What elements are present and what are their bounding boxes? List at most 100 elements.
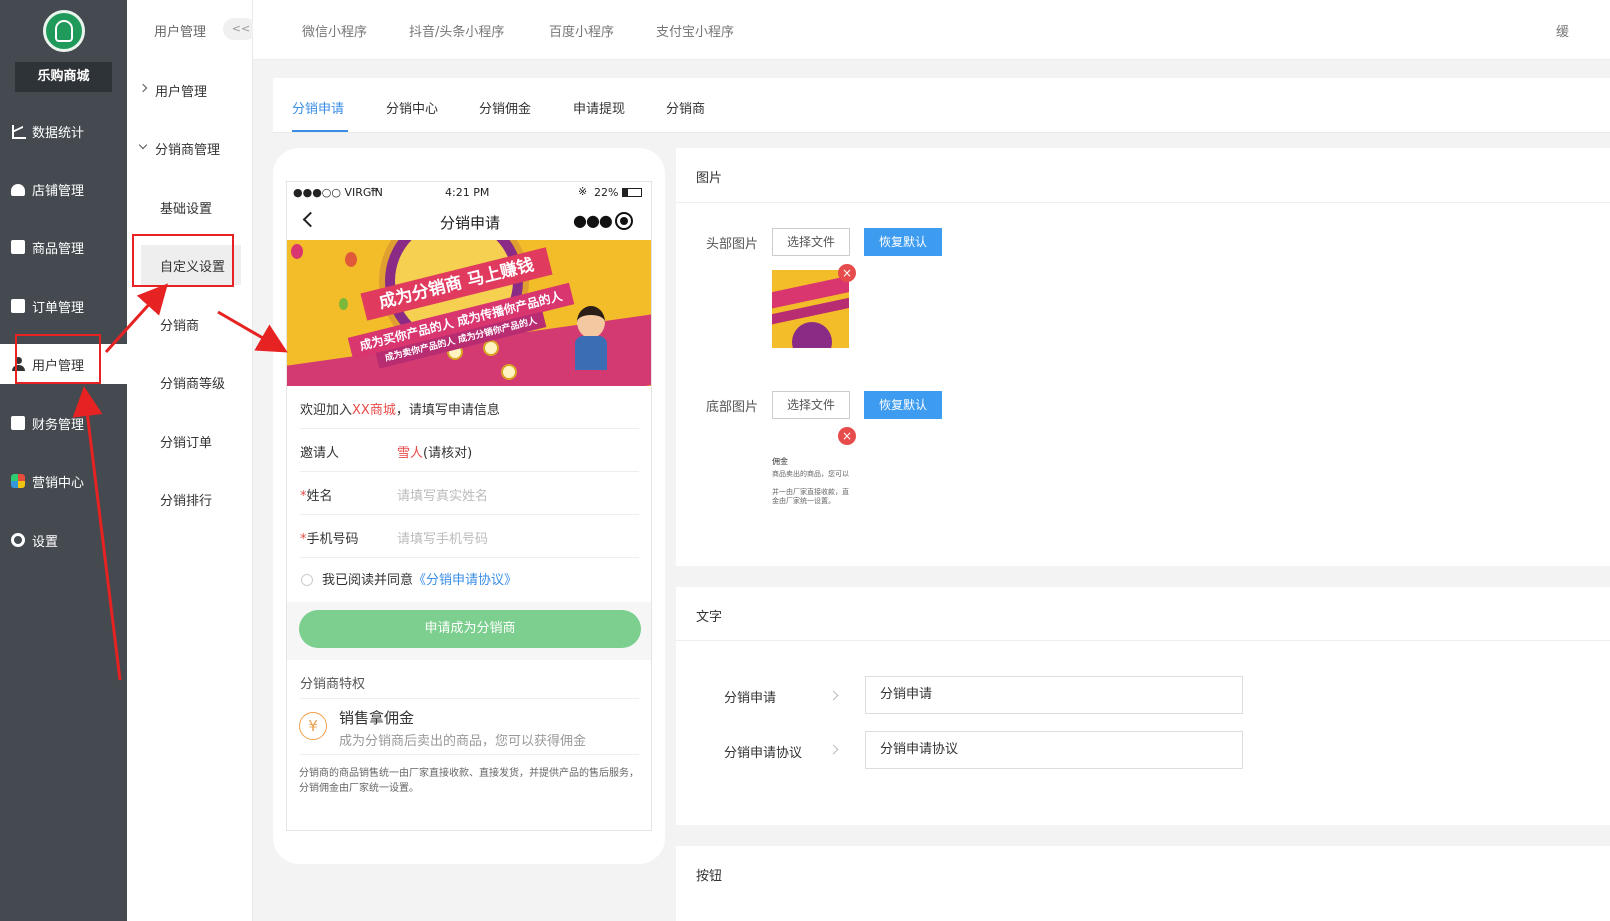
sidebar-item-label: 店铺管理 bbox=[32, 183, 85, 199]
sidebar-item-label: 订单管理 bbox=[32, 300, 85, 316]
name-input[interactable]: 请填写真实姓名 bbox=[397, 485, 488, 504]
footer-image-delete-icon[interactable]: × bbox=[838, 427, 856, 445]
chevron-right-icon bbox=[828, 744, 839, 755]
sidebar-item-label: 财务管理 bbox=[32, 417, 85, 433]
phone-screen: ●●●○○ VIRGIN ≈ 4:21 PM ※ 22% 分销申请 ●●● 成为… bbox=[286, 181, 652, 831]
subnav-group-users[interactable]: 用户管理 bbox=[155, 81, 207, 100]
annotation-box-custom-settings bbox=[132, 234, 234, 287]
header-image-delete-icon[interactable]: × bbox=[838, 264, 856, 282]
shop-icon bbox=[11, 184, 25, 196]
subnav-item-distributor-levels[interactable]: 分销商等级 bbox=[160, 373, 225, 392]
app-root: 乐购商城 数据统计 店铺管理 商品管理 订单管理 用户管理 财务管理 营销中心 bbox=[0, 0, 1610, 921]
balloon-icon bbox=[345, 252, 357, 267]
footer-thumb-line-1: 商品卖出的商品，您可以 bbox=[772, 470, 849, 478]
panel-title-button: 按钮 bbox=[696, 869, 723, 884]
top-right-text[interactable]: 缓 bbox=[1556, 21, 1569, 40]
agree-label: 我已阅读并同意 bbox=[322, 573, 414, 588]
footer-restore-default-button[interactable]: 恢复默认 bbox=[864, 391, 942, 419]
sidebar-item-finance[interactable]: 财务管理 bbox=[0, 403, 127, 443]
sub-sidebar-header: 用户管理 bbox=[154, 25, 207, 40]
divider bbox=[300, 754, 639, 755]
sidebar-item-goods[interactable]: 商品管理 bbox=[0, 227, 127, 267]
phone-preview: ●●●○○ VIRGIN ≈ 4:21 PM ※ 22% 分销申请 ●●● 成为… bbox=[273, 148, 665, 864]
phone-label: 手机号码 bbox=[306, 532, 359, 547]
subnav-item-distributors[interactable]: 分销商 bbox=[160, 315, 199, 334]
agreement-link[interactable]: 《分销申请协议》 bbox=[413, 573, 517, 588]
chevron-right-icon bbox=[828, 690, 839, 701]
main-sidebar: 乐购商城 数据统计 店铺管理 商品管理 订单管理 用户管理 财务管理 营销中心 bbox=[0, 0, 127, 921]
agree-text: 我已阅读并同意《分销申请协议》 bbox=[322, 569, 517, 588]
active-tab-indicator bbox=[292, 130, 348, 132]
inviter-label: 邀请人 bbox=[300, 446, 340, 461]
coin-icon bbox=[501, 364, 517, 380]
tab-distribution-center[interactable]: 分销中心 bbox=[386, 98, 438, 117]
inviter-value: 雪人(请核对) bbox=[397, 442, 472, 461]
button-settings-panel: 按钮 bbox=[676, 846, 1610, 921]
subnav-item-distribution-orders[interactable]: 分销订单 bbox=[160, 432, 212, 451]
gear-icon bbox=[11, 533, 25, 547]
footer-thumb-title: 佣金 bbox=[772, 457, 788, 466]
tab-douyin-miniprogram[interactable]: 抖音/头条小程序 bbox=[409, 21, 504, 40]
privilege-section: 分销商特权 ¥ 销售拿佣金 成为分销商后卖出的商品，您可以获得佣金 分销商的商品… bbox=[287, 660, 651, 830]
mascot-head bbox=[577, 306, 605, 338]
battery-text: 22% bbox=[594, 186, 619, 199]
tab-distribution-apply[interactable]: 分销申请 bbox=[292, 98, 344, 117]
wifi-icon: ≈ bbox=[370, 183, 380, 196]
collapse-button[interactable]: << bbox=[223, 18, 257, 40]
subnav-item-basic-settings[interactable]: 基础设置 bbox=[160, 198, 212, 217]
tab-distribution-commission[interactable]: 分销佣金 bbox=[479, 98, 531, 117]
tab-wechat-miniprogram[interactable]: 微信小程序 bbox=[302, 21, 367, 40]
footer-image-label: 底部图片 bbox=[706, 400, 759, 415]
mascot-body bbox=[575, 336, 607, 370]
apply-title-input[interactable]: 分销申请 bbox=[865, 676, 1243, 714]
finance-icon bbox=[11, 416, 25, 430]
subnav-group-distributors[interactable]: 分销商管理 bbox=[155, 139, 220, 158]
agree-radio[interactable] bbox=[301, 574, 313, 586]
sidebar-item-shop[interactable]: 店铺管理 bbox=[0, 169, 127, 209]
inviter-note: (请核对) bbox=[423, 446, 473, 461]
footer-choose-file-button[interactable]: 选择文件 bbox=[772, 391, 850, 419]
inviter-name: 雪人 bbox=[397, 446, 424, 461]
sidebar-item-settings[interactable]: 设置 bbox=[0, 520, 127, 560]
text-row-label: 分销申请 bbox=[724, 691, 777, 706]
welcome-row: 欢迎加入XX商城，请填写申请信息 bbox=[300, 386, 639, 429]
welcome-suffix: ，请填写申请信息 bbox=[395, 403, 500, 418]
welcome-prefix: 欢迎加入 bbox=[300, 403, 353, 418]
header-choose-file-button[interactable]: 选择文件 bbox=[772, 228, 850, 256]
chart-icon bbox=[11, 124, 26, 139]
apply-distributor-button[interactable]: 申请成为分销商 bbox=[299, 610, 641, 648]
yen-icon: ¥ bbox=[299, 712, 327, 740]
top-bar: 微信小程序 抖音/头条小程序 百度小程序 支付宝小程序 缓 bbox=[253, 0, 1610, 60]
privilege-note: 分销商的商品销售统一由厂家直接收款、直接发货，并提供产品的售后服务，分销佣金由厂… bbox=[299, 768, 639, 794]
sidebar-item-statistics[interactable]: 数据统计 bbox=[0, 111, 127, 151]
sidebar-item-label: 营销中心 bbox=[32, 475, 85, 491]
marketing-icon bbox=[11, 474, 25, 488]
header-restore-default-button[interactable]: 恢复默认 bbox=[864, 228, 942, 256]
tab-distributors[interactable]: 分销商 bbox=[666, 98, 705, 117]
welcome-mall-name: XX商城 bbox=[352, 403, 396, 418]
privilege-description: 成为分销商后卖出的商品，您可以获得佣金 bbox=[339, 734, 587, 749]
phone-row: *手机号码 请填写手机号码 bbox=[300, 515, 639, 558]
subnav-item-distribution-ranking[interactable]: 分销排行 bbox=[160, 490, 212, 509]
phone-number-input[interactable]: 请填写手机号码 bbox=[397, 528, 488, 547]
phone-status-bar: ●●●○○ VIRGIN ≈ 4:21 PM ※ 22% bbox=[287, 182, 651, 202]
clock-text: 4:21 PM bbox=[445, 186, 490, 199]
more-icon[interactable]: ●●● bbox=[573, 211, 613, 230]
tab-withdraw-apply[interactable]: 申请提现 bbox=[573, 98, 625, 117]
header-image-label: 头部图片 bbox=[706, 237, 759, 252]
distribution-tabs: 分销申请 分销中心 分销佣金 申请提现 分销商 bbox=[273, 78, 1610, 133]
close-target-icon[interactable] bbox=[615, 212, 633, 230]
text-settings-panel: 文字 分销申请 分销申请 分销申请协议 分销申请协议 bbox=[676, 587, 1610, 825]
name-label: 姓名 bbox=[306, 489, 333, 504]
tab-alipay-miniprogram[interactable]: 支付宝小程序 bbox=[656, 21, 734, 40]
goods-icon bbox=[11, 240, 25, 254]
agreement-title-input[interactable]: 分销申请协议 bbox=[865, 731, 1243, 769]
miniprogram-capsule: ●●● bbox=[563, 208, 642, 235]
tab-baidu-miniprogram[interactable]: 百度小程序 bbox=[549, 21, 614, 40]
brand-logo-icon bbox=[43, 10, 85, 52]
divider bbox=[300, 698, 639, 699]
panel-title-images: 图片 bbox=[696, 171, 723, 186]
inviter-row: 邀请人 雪人(请核对) bbox=[300, 429, 639, 472]
sidebar-item-marketing[interactable]: 营销中心 bbox=[0, 461, 127, 501]
sidebar-item-orders[interactable]: 订单管理 bbox=[0, 286, 127, 326]
